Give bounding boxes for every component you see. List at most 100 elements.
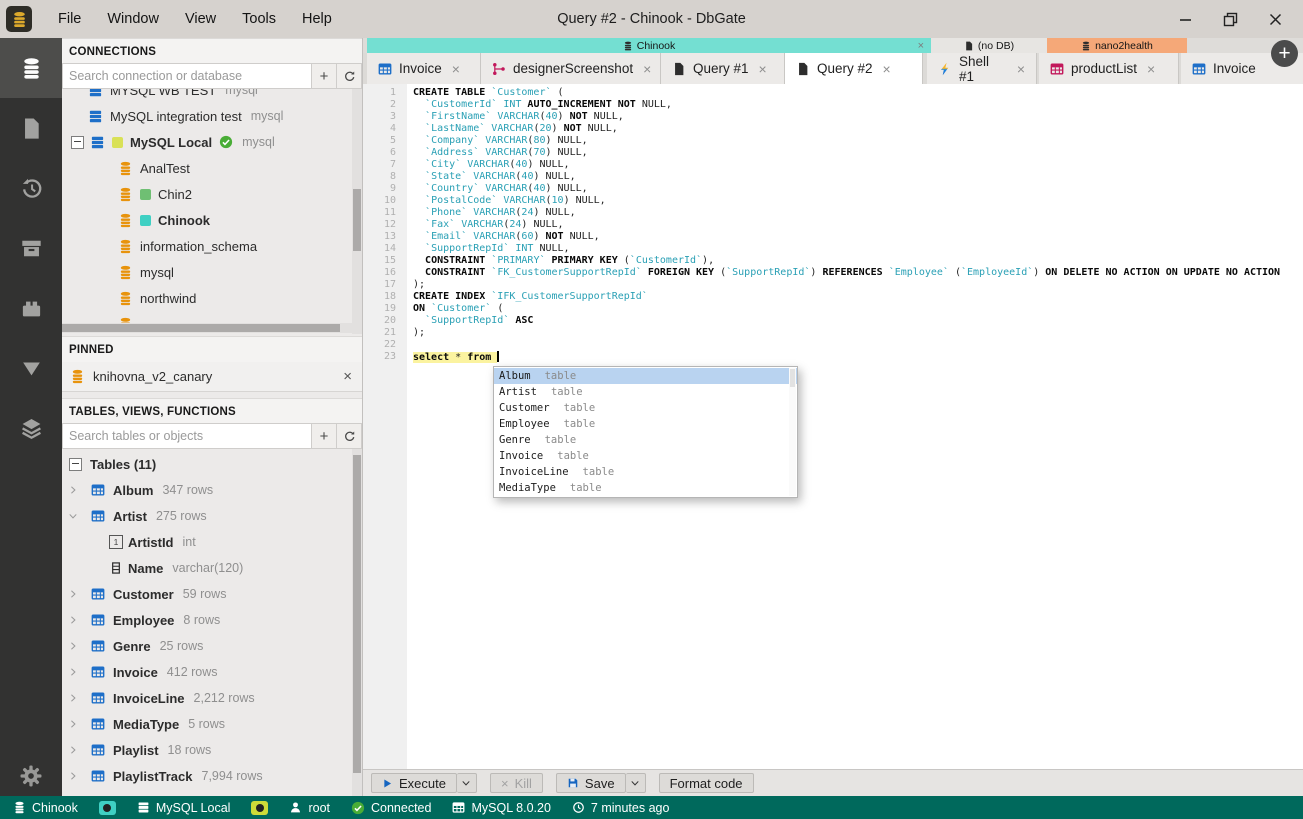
- tab-group-2[interactable]: nano2health: [1047, 38, 1187, 53]
- menu-window[interactable]: Window: [95, 7, 171, 31]
- statusbar-server[interactable]: MySQL Local: [137, 801, 231, 815]
- tab-designerscreenshot[interactable]: designerScreenshot ×: [481, 53, 661, 84]
- tab-invoice[interactable]: Invoice ×: [367, 53, 481, 84]
- rail-files[interactable]: [0, 98, 62, 158]
- table-row-count: 18 rows: [168, 743, 212, 757]
- connection-item[interactable]: AnalTest: [62, 155, 352, 181]
- save-button[interactable]: Save: [556, 773, 626, 793]
- table-name: Playlist: [113, 743, 159, 758]
- close-tab-icon[interactable]: ×: [1017, 61, 1025, 77]
- tab-productlist[interactable]: productList ×: [1039, 53, 1179, 84]
- column-item[interactable]: Namevarchar(120): [62, 555, 352, 581]
- autocomplete-scrollbar[interactable]: [789, 368, 796, 496]
- connection-item[interactable]: MySQL integration testmysql: [62, 103, 352, 129]
- close-group-icon[interactable]: ×: [918, 41, 924, 51]
- tables-group-row[interactable]: Tables (11): [62, 451, 352, 477]
- connections-vertical-scrollbar[interactable]: [352, 89, 362, 334]
- close-tab-icon[interactable]: ×: [883, 61, 891, 77]
- tab-group-0[interactable]: Chinook ×: [367, 38, 931, 53]
- close-tab-icon[interactable]: ×: [1147, 61, 1155, 77]
- minimize-icon[interactable]: [1178, 12, 1193, 27]
- table-item[interactable]: Employee8 rows: [62, 607, 352, 633]
- statusbar-version[interactable]: MySQL 8.0.20: [452, 801, 550, 815]
- menu-file[interactable]: File: [46, 7, 93, 31]
- rail-layers[interactable]: [0, 398, 62, 458]
- filter-icon: [20, 357, 43, 380]
- refresh-connections-button[interactable]: [337, 63, 362, 89]
- objects-tree: Tables (11)Album347 rowsArtist275 rowsAr…: [62, 449, 362, 796]
- autocomplete-item[interactable]: Employee table: [494, 416, 797, 432]
- connection-item[interactable]: Chinook: [62, 207, 352, 233]
- objects-vertical-scrollbar[interactable]: [352, 449, 362, 796]
- add-object-button[interactable]: +: [312, 423, 337, 449]
- new-tab-button[interactable]: +: [1271, 40, 1298, 67]
- objects-search-input[interactable]: [62, 423, 312, 449]
- rail-filter[interactable]: [0, 338, 62, 398]
- table-item[interactable]: MediaType5 rows: [62, 711, 352, 737]
- collapse-toggle[interactable]: [69, 458, 82, 471]
- connections-horizontal-scrollbar[interactable]: [62, 323, 352, 333]
- autocomplete-item[interactable]: Album table: [494, 368, 797, 384]
- table-item[interactable]: Artist275 rows: [62, 503, 352, 529]
- autocomplete-item[interactable]: Customer table: [494, 400, 797, 416]
- rail-connections[interactable]: [0, 38, 62, 98]
- rail-history[interactable]: [0, 158, 62, 218]
- execute-button[interactable]: Execute: [371, 773, 457, 793]
- rail-settings[interactable]: [0, 764, 62, 788]
- table-row-count: 7,994 rows: [202, 769, 263, 783]
- connections-search-input[interactable]: [62, 63, 312, 89]
- save-dropdown-button[interactable]: [626, 773, 646, 793]
- pinned-item[interactable]: knihovna_v2_canary ×: [62, 362, 362, 392]
- rail-plugins[interactable]: [0, 278, 62, 338]
- rail-archive[interactable]: [0, 218, 62, 278]
- app-icon: [6, 6, 32, 32]
- execute-dropdown-button[interactable]: [457, 773, 477, 793]
- column-item[interactable]: ArtistIdint: [62, 529, 352, 555]
- autocomplete-item[interactable]: MediaType table: [494, 480, 797, 496]
- autocomplete-item[interactable]: InvoiceLine table: [494, 464, 797, 480]
- add-connection-button[interactable]: +: [312, 63, 337, 89]
- tab-shell-1[interactable]: Shell #1 ×: [927, 53, 1037, 84]
- statusbar-connected-check[interactable]: Connected: [351, 801, 431, 815]
- table-item[interactable]: Genre25 rows: [62, 633, 352, 659]
- autocomplete-item[interactable]: Genre table: [494, 432, 797, 448]
- tab-query-2[interactable]: Query #2 ×: [785, 53, 923, 84]
- connection-item[interactable]: MYSQL WB TESTmysql: [62, 89, 352, 103]
- table-icon: [91, 639, 105, 653]
- table-item[interactable]: Invoice412 rows: [62, 659, 352, 685]
- tab-group-1[interactable]: (no DB): [931, 38, 1047, 53]
- collapse-toggle[interactable]: [71, 136, 84, 149]
- table-item[interactable]: Customer59 rows: [62, 581, 352, 607]
- database-icon: [118, 213, 133, 228]
- tab-query-1[interactable]: Query #1 ×: [661, 53, 785, 84]
- connection-name: Chinook: [158, 213, 210, 228]
- autocomplete-item[interactable]: Invoice table: [494, 448, 797, 464]
- connection-item[interactable]: northwind: [62, 285, 352, 311]
- menu-tools[interactable]: Tools: [230, 7, 288, 31]
- autocomplete-item[interactable]: Artist table: [494, 384, 797, 400]
- connection-item[interactable]: information_schema: [62, 233, 352, 259]
- menu-view[interactable]: View: [173, 7, 228, 31]
- close-tab-icon[interactable]: ×: [643, 61, 651, 77]
- statusbar-user[interactable]: root: [289, 801, 330, 815]
- statusbar-clock[interactable]: 7 minutes ago: [572, 801, 670, 815]
- refresh-objects-button[interactable]: [337, 423, 362, 449]
- connection-item[interactable]: mysql: [62, 259, 352, 285]
- connection-item[interactable]: MySQL Localmysql: [62, 129, 352, 155]
- table-item[interactable]: PlaylistTrack7,994 rows: [62, 763, 352, 789]
- connection-item[interactable]: Chin2: [62, 181, 352, 207]
- menu-help[interactable]: Help: [290, 7, 344, 31]
- close-tab-icon[interactable]: ×: [452, 61, 460, 77]
- restore-icon[interactable]: [1223, 12, 1238, 27]
- statusbar-database[interactable]: Chinook: [13, 801, 78, 815]
- kill-button[interactable]: × Kill: [490, 773, 543, 793]
- close-tab-icon[interactable]: ×: [759, 61, 767, 77]
- table-item[interactable]: Playlist 18 rows: [62, 737, 352, 763]
- table-item[interactable]: Album347 rows: [62, 477, 352, 503]
- unpin-close-icon[interactable]: ×: [343, 368, 352, 385]
- chevron-right-icon: [68, 771, 78, 781]
- autocomplete-name: MediaType: [499, 482, 556, 494]
- table-item[interactable]: InvoiceLine2,212 rows: [62, 685, 352, 711]
- format-code-button[interactable]: Format code: [659, 773, 754, 793]
- close-icon[interactable]: [1268, 12, 1283, 27]
